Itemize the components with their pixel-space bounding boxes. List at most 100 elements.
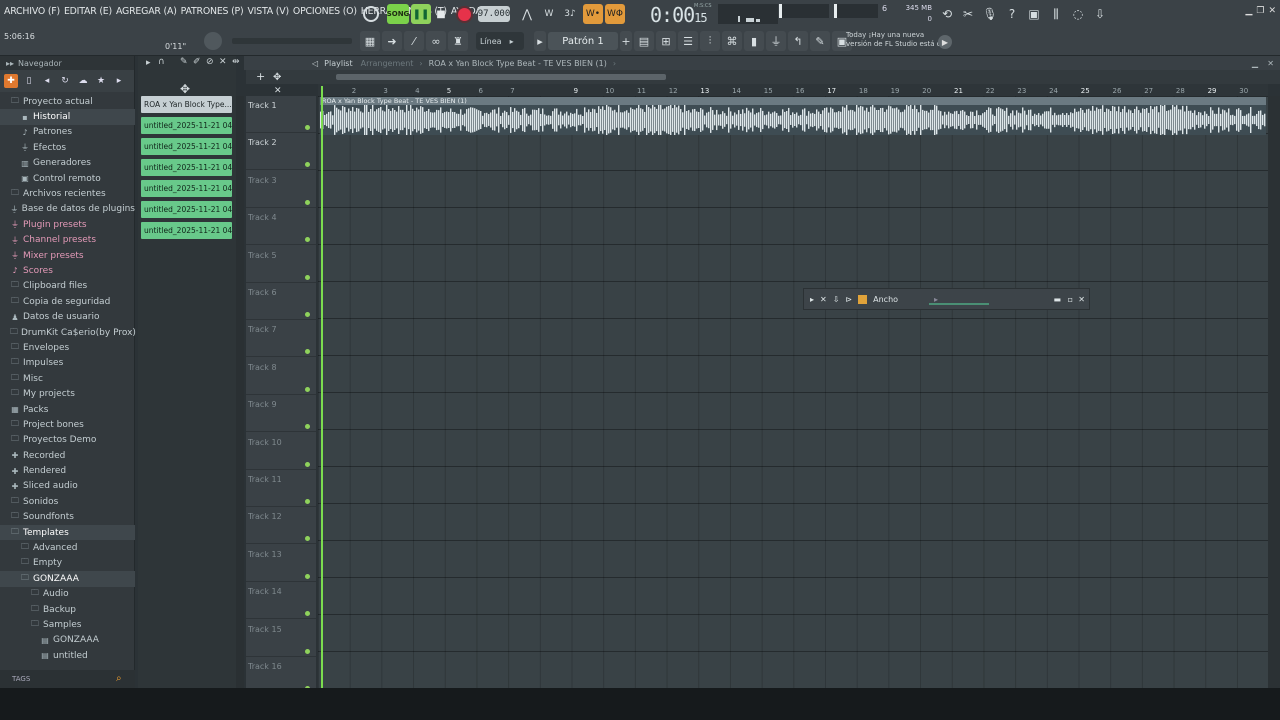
tempo-display[interactable]: 97.000	[478, 6, 510, 22]
playlist-x-icon[interactable]: ✕	[274, 86, 282, 96]
menu-item[interactable]: VISTA (V)	[245, 6, 290, 22]
float-play-icon[interactable]: ▸	[810, 295, 814, 304]
float-color-icon[interactable]	[858, 294, 868, 304]
record-button[interactable]	[454, 4, 474, 24]
menu-item[interactable]: AGREGAR (A)	[114, 6, 179, 22]
track-mute-led[interactable]	[305, 461, 310, 467]
track-mute-led[interactable]	[305, 648, 310, 654]
playlist-minimize-icon[interactable]: ▁	[1252, 59, 1258, 68]
song-mode-button[interactable]: SONG	[387, 4, 409, 24]
browser-item[interactable]: 🗀 My projects	[0, 386, 135, 401]
minimize-icon[interactable]: ▁	[1245, 6, 1252, 16]
piano-keyboard-icon[interactable]: ▦	[360, 31, 380, 51]
playlist-back-icon[interactable]: ◁	[312, 59, 318, 68]
wait-input-icon[interactable]: W	[539, 4, 559, 24]
browser-view-icon[interactable]: ⌘	[722, 31, 742, 51]
browser-item[interactable]: 🗀 Templates	[0, 524, 135, 541]
stop-button[interactable]: ■	[432, 4, 450, 24]
browser-item[interactable]: 🗀 Clipboard files	[0, 279, 135, 294]
paint-icon[interactable]: ✐	[193, 57, 201, 67]
track-header[interactable]: Track 15	[246, 620, 316, 657]
magnet-icon[interactable]: ∩	[158, 57, 165, 67]
browser-item[interactable]: ⏚ Mixer presets	[0, 248, 135, 263]
delete-icon[interactable]: ⊘	[206, 57, 214, 67]
browser-item[interactable]: 🗀 Empty	[0, 556, 135, 571]
timeline-ruler[interactable]: 2 3 4 5 6 7 9 10 11 12 13 14 15 16 17 18 19 20 21 22 23 24 25 2…	[318, 84, 1268, 96]
menu-item[interactable]: PATRONES (P)	[179, 6, 246, 22]
browser-item[interactable]: 🗀 Project bones	[0, 417, 135, 432]
playhead[interactable]	[321, 86, 323, 688]
track-header[interactable]: Track 3	[246, 171, 316, 208]
browser-item[interactable]: ▪ Historial	[0, 109, 135, 125]
track-header[interactable]: Track 5	[246, 246, 316, 283]
browser-item[interactable]: ▣ Control remoto	[0, 171, 135, 186]
browser-item[interactable]: ▤ GONZAAA	[0, 633, 135, 648]
browser-arrows-icon[interactable]: ▸▸	[6, 59, 14, 68]
tags-bar[interactable]: TAGS	[0, 670, 135, 688]
browser-back-icon[interactable]: ◂	[40, 74, 54, 88]
clip-item[interactable]: untitled_2025-11-21 04-...	[141, 117, 232, 134]
track-mute-led[interactable]	[305, 125, 310, 130]
browser-item[interactable]: ♟ Datos de usuario	[0, 309, 135, 324]
master-pitch-slider[interactable]	[232, 38, 352, 44]
clip-item[interactable]: untitled_2025-11-21 04-...	[141, 201, 232, 218]
save-icon[interactable]: ▣	[1024, 4, 1044, 24]
browser-item[interactable]: 🗀 DrumKit Ca$erio(by Prox)	[0, 325, 136, 340]
browser-forward-icon[interactable]: ▸	[112, 74, 126, 88]
browser-item[interactable]: 🗀 Audio	[0, 587, 135, 602]
vertical-scrollbar[interactable]	[1268, 96, 1280, 688]
browser-item[interactable]: 🗀 Envelopes	[0, 340, 135, 355]
browser-item[interactable]: ⏚ Plugin presets	[0, 217, 135, 232]
track-header[interactable]: Track 7	[246, 320, 316, 358]
float-slider[interactable]	[929, 303, 989, 305]
pattern-prev-icon[interactable]: ▸	[534, 31, 546, 51]
float-minimize-icon[interactable]: ▬	[1053, 295, 1061, 304]
help-icon[interactable]: ?	[1002, 4, 1022, 24]
play-pause-button[interactable]: ❚❚	[411, 4, 431, 24]
browser-item[interactable]: ⏚ Efectos	[0, 140, 135, 155]
restore-icon[interactable]: ❐	[1256, 6, 1264, 16]
touch-keyboard-icon[interactable]: ✎	[810, 31, 830, 51]
slip-icon[interactable]: ⇹	[232, 57, 240, 67]
track-header[interactable]: Track 13	[246, 545, 316, 582]
playlist-arrow-icon[interactable]: ▸	[146, 58, 151, 68]
track-mute-led[interactable]	[305, 199, 310, 205]
track-mute-led[interactable]	[305, 349, 310, 355]
countdown-icon[interactable]: 3♪	[560, 4, 580, 24]
menu-item[interactable]: EDITAR (E)	[62, 6, 114, 22]
mixer-icon[interactable]: ✂	[958, 4, 978, 24]
track-mute-led[interactable]	[305, 499, 310, 504]
playlist-icon[interactable]: ▤	[634, 31, 654, 51]
move-icon[interactable]: ✥	[180, 82, 190, 96]
browser-item[interactable]: 🗀 GONZAAA	[0, 571, 135, 587]
browser-item[interactable]: ▥ Generadores	[0, 156, 135, 171]
piano-roll-icon[interactable]: ⊞	[656, 31, 676, 51]
track-mute-led[interactable]	[305, 274, 310, 280]
browser-item[interactable]: 🗀 Samples	[0, 617, 135, 632]
mixer-view-icon[interactable]: ⫶	[700, 31, 720, 51]
brush-icon[interactable]: ⁄	[404, 31, 424, 51]
channel-rack-icon[interactable]: ☰	[678, 31, 698, 51]
microphone-icon[interactable]: 🎙	[980, 4, 1000, 24]
browser-item[interactable]: 🗀 Soundfonts	[0, 510, 135, 525]
clip-item[interactable]: ROA x Yan Block Type...	[141, 96, 232, 113]
track-mute-led[interactable]	[305, 312, 310, 317]
track-header[interactable]: Track 14	[246, 582, 316, 620]
step-edit-icon[interactable]: W•	[583, 4, 603, 24]
browser-item[interactable]: ⏚ Channel presets	[0, 233, 135, 248]
track-header[interactable]: Track 8	[246, 358, 316, 395]
search-icon[interactable]: ⌕	[116, 673, 128, 685]
close-icon[interactable]: ✕	[1268, 6, 1276, 16]
pattern-song-toggle-icon[interactable]	[360, 4, 382, 24]
plug-icon[interactable]: ⏚	[766, 31, 786, 51]
browser-file-icon[interactable]: ▯	[22, 74, 36, 88]
browser-item[interactable]: 🗀 Sonidos	[0, 494, 135, 509]
browser-item[interactable]: 🗀 Proyecto actual	[0, 94, 135, 109]
playlist-grid[interactable]	[318, 96, 1268, 688]
clip-item[interactable]: untitled_2025-11-21 04-...	[141, 159, 232, 176]
track-mute-led[interactable]	[305, 573, 310, 579]
browser-item[interactable]: 🗀 Advanced	[0, 540, 135, 555]
browser-item[interactable]: ✚ Sliced audio	[0, 479, 135, 494]
clip-item[interactable]: untitled_2025-11-21 04-...	[141, 180, 232, 197]
add-track-icon[interactable]: +	[256, 70, 265, 83]
